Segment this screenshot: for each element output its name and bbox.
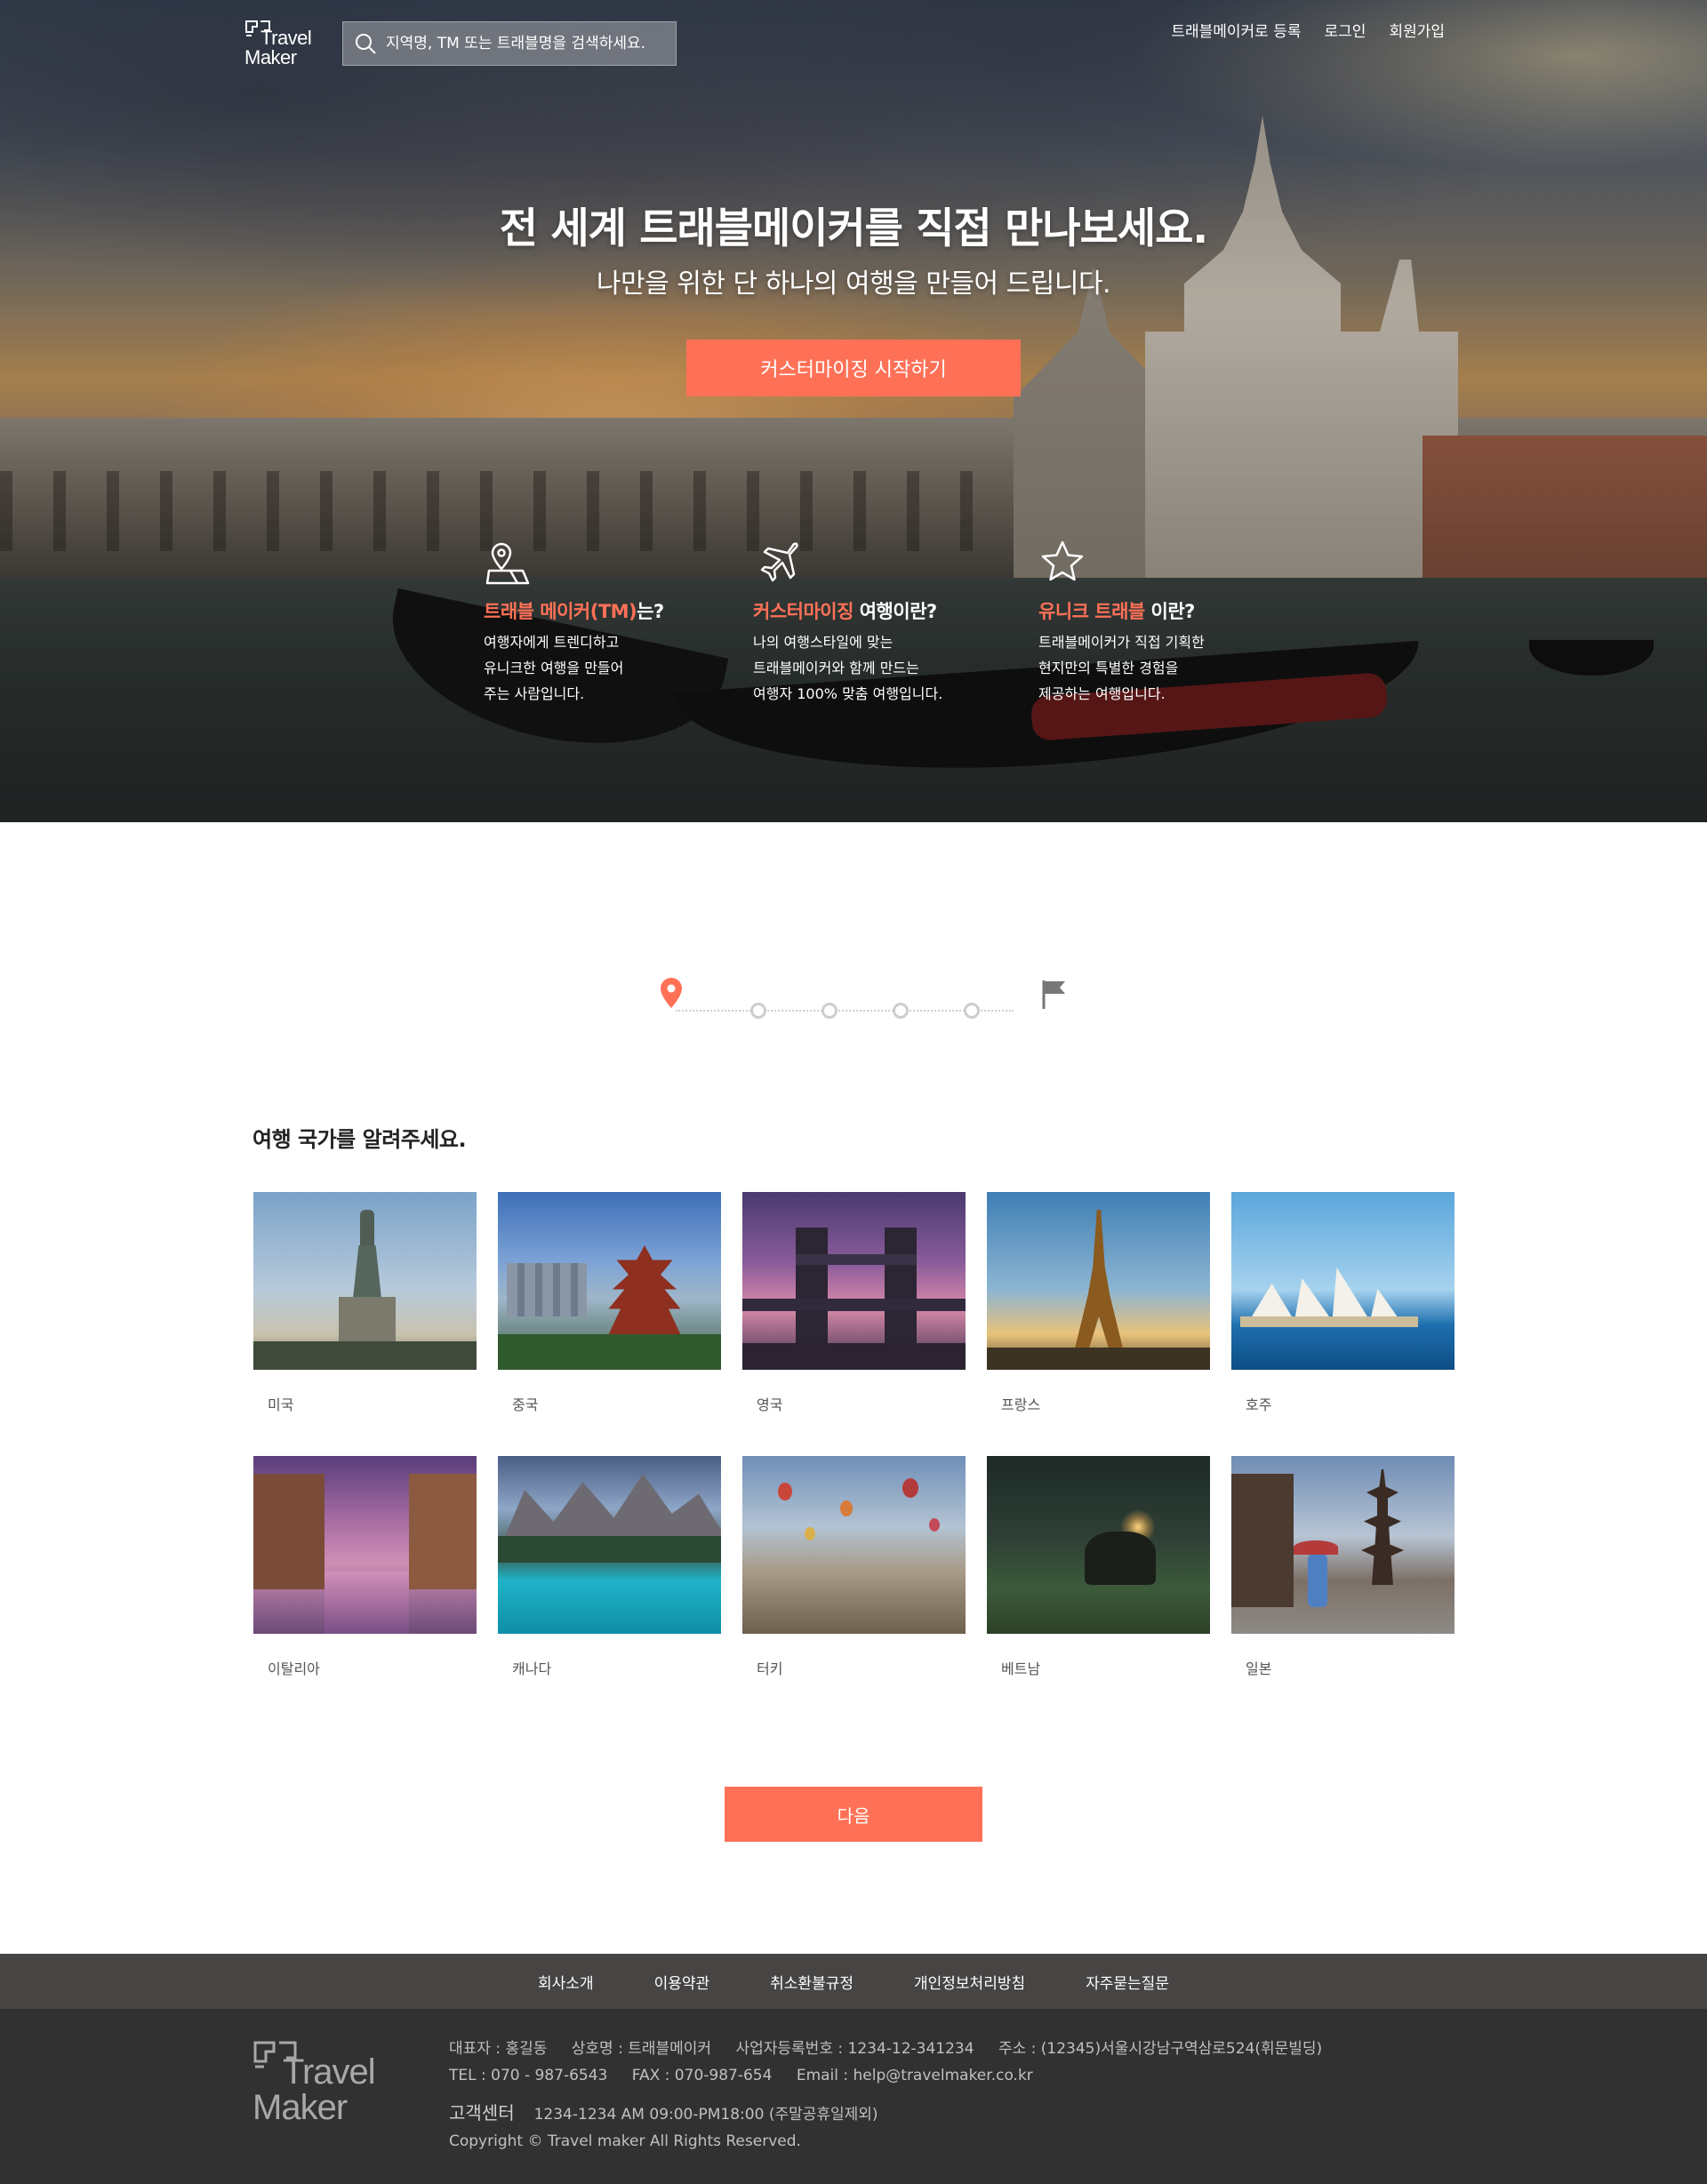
feature-title: 커스터마이징 여행이란? bbox=[753, 601, 937, 622]
country-thumbnail-australia bbox=[1231, 1192, 1455, 1370]
stepper-step bbox=[821, 1003, 837, 1019]
country-card-usa[interactable]: 미국 bbox=[253, 1192, 477, 1414]
next-button[interactable]: 다음 bbox=[725, 1787, 982, 1842]
site-logo[interactable]: Travel Maker bbox=[244, 20, 326, 68]
map-pin-icon bbox=[485, 542, 530, 585]
register-maker-link[interactable]: 트래블메이커로 등록 bbox=[1171, 21, 1301, 43]
logo-text-travel: Travel bbox=[260, 27, 312, 49]
country-name: 중국 bbox=[512, 1396, 539, 1413]
feature-title: 유니크 트래블 이란? bbox=[1038, 601, 1195, 622]
country-card-china[interactable]: 중국 bbox=[498, 1192, 721, 1414]
feature-description: 여행자에게 트렌디하고 유니크한 여행을 만들어 주는 사람입니다. bbox=[484, 634, 624, 702]
business-number-text: 사업자등록번호 : 1234-12-341234 bbox=[735, 2040, 974, 2058]
customer-center-label: 고객센터 bbox=[449, 2102, 515, 2124]
footer: Travel Maker 대표자 : 홍길동 상호명 : 트래블메이커 사업자등… bbox=[0, 2009, 1707, 2184]
email-text: Email : help@travelmaker.co.kr bbox=[796, 2067, 1033, 2084]
feature-travel-maker: 트래블 메이커(TM)는? 여행자에게 트렌디하고 유니크한 여행을 만들어 주… bbox=[484, 539, 715, 707]
tel-text: TEL : 070 - 987-6543 bbox=[449, 2067, 608, 2084]
search-bar bbox=[342, 21, 677, 66]
country-name: 호주 bbox=[1246, 1396, 1272, 1413]
footer-link-privacy[interactable]: 개인정보처리방침 bbox=[914, 1971, 1025, 1993]
country-name: 일본 bbox=[1246, 1660, 1272, 1677]
footer-logo-text-travel: Travel bbox=[283, 2052, 376, 2092]
airplane-icon bbox=[760, 542, 798, 582]
country-name: 이탈리아 bbox=[268, 1660, 320, 1677]
country-thumbnail-italy bbox=[253, 1456, 477, 1634]
feature-description: 트래블메이커가 직접 기획한 현지만의 특별한 경험을 제공하는 여행입니다. bbox=[1038, 634, 1205, 702]
country-name: 베트남 bbox=[1001, 1660, 1041, 1677]
country-thumbnail-uk bbox=[742, 1192, 966, 1370]
hero-title: 전 세계 트래블메이커를 직접 만나보세요. bbox=[499, 204, 1208, 253]
footer-link-faq[interactable]: 자주묻는질문 bbox=[1086, 1971, 1169, 1993]
country-thumbnail-vietnam bbox=[987, 1456, 1210, 1634]
company-name-text: 상호명 : 트래블메이커 bbox=[571, 2040, 712, 2058]
country-card-japan[interactable]: 일본 bbox=[1231, 1456, 1455, 1678]
stepper-step bbox=[964, 1003, 980, 1019]
country-thumbnail-canada bbox=[498, 1456, 721, 1634]
fax-text: FAX : 070-987-654 bbox=[631, 2067, 773, 2084]
country-card-turkey[interactable]: 터키 bbox=[742, 1456, 966, 1678]
country-thumbnail-china bbox=[498, 1192, 721, 1370]
customer-center-row: 고객센터 1234-1234 AM 09:00-PM18:00 (주말공휴일제외) bbox=[449, 2100, 1342, 2128]
top-nav: 트래블메이커로 등록 로그인 회원가입 bbox=[1148, 21, 1445, 43]
ceo-text: 대표자 : 홍길동 bbox=[449, 2040, 548, 2058]
country-name: 캐나다 bbox=[512, 1660, 552, 1677]
country-name: 영국 bbox=[757, 1396, 783, 1413]
feature-unique-travel: 유니크 트래블 이란? 트래블메이커가 직접 기획한 현지만의 특별한 경험을 … bbox=[1038, 539, 1270, 707]
company-info-row: 대표자 : 홍길동 상호명 : 트래블메이커 사업자등록번호 : 1234-12… bbox=[449, 2036, 1342, 2062]
hero-subtitle: 나만을 위한 단 하나의 여행을 만들어 드립니다. bbox=[596, 268, 1111, 300]
footer-nav: 회사소개 이용약관 취소환불규정 개인정보처리방침 자주묻는질문 bbox=[0, 1954, 1707, 2009]
logo-text-maker: Maker bbox=[244, 46, 297, 68]
stepper-line bbox=[676, 1010, 1014, 1012]
stepper-step bbox=[893, 1003, 909, 1019]
progress-stepper bbox=[658, 976, 1067, 1020]
address-text: 주소 : (12345)서울시강남구역삼로524(휘문빌딩) bbox=[998, 2040, 1323, 2058]
customer-center-info: 1234-1234 AM 09:00-PM18:00 (주말공휴일제외) bbox=[533, 2106, 878, 2124]
footer-link-about[interactable]: 회사소개 bbox=[538, 1971, 594, 1993]
feature-customizing: 커스터마이징 여행이란? 나의 여행스타일에 맞는 트래블메이커와 함께 만드는… bbox=[753, 539, 984, 707]
footer-logo-text-maker: Maker bbox=[252, 2088, 348, 2127]
company-info: 대표자 : 홍길동 상호명 : 트래블메이커 사업자등록번호 : 1234-12… bbox=[449, 2036, 1342, 2155]
country-thumbnail-france bbox=[987, 1192, 1210, 1370]
country-card-italy[interactable]: 이탈리아 bbox=[253, 1456, 477, 1678]
country-thumbnail-japan bbox=[1231, 1456, 1455, 1634]
country-card-france[interactable]: 프랑스 bbox=[987, 1192, 1210, 1414]
search-icon[interactable] bbox=[354, 32, 377, 55]
country-card-uk[interactable]: 영국 bbox=[742, 1192, 966, 1414]
country-name: 미국 bbox=[268, 1396, 294, 1413]
copyright-text: Copyright © Travel maker All Rights Rese… bbox=[449, 2132, 801, 2150]
hero-section: Travel Maker 트래블메이커로 등록 로그인 회원가입 전 세계 트래… bbox=[0, 0, 1707, 822]
start-customizing-button[interactable]: 커스터마이징 시작하기 bbox=[686, 340, 1021, 396]
section-title: 여행 국가를 알려주세요. bbox=[252, 1127, 467, 1152]
signup-link[interactable]: 회원가입 bbox=[1389, 21, 1445, 43]
country-name: 프랑스 bbox=[1001, 1396, 1041, 1413]
star-icon bbox=[1041, 540, 1084, 581]
country-name: 터키 bbox=[757, 1660, 783, 1677]
copyright-row: Copyright © Travel maker All Rights Rese… bbox=[449, 2128, 1342, 2155]
feature-description: 나의 여행스타일에 맞는 트래블메이커와 함께 만드는 여행자 100% 맞춤 … bbox=[753, 634, 943, 702]
search-input[interactable] bbox=[377, 22, 676, 65]
login-link[interactable]: 로그인 bbox=[1325, 21, 1366, 43]
country-thumbnail-usa bbox=[253, 1192, 477, 1370]
country-card-australia[interactable]: 호주 bbox=[1231, 1192, 1455, 1414]
finish-flag-icon bbox=[1042, 980, 1065, 1009]
country-card-vietnam[interactable]: 베트남 bbox=[987, 1456, 1210, 1678]
feature-title: 트래블 메이커(TM)는? bbox=[484, 601, 664, 622]
country-thumbnail-turkey bbox=[742, 1456, 966, 1634]
contact-row: TEL : 070 - 987-6543 FAX : 070-987-654 E… bbox=[449, 2062, 1342, 2089]
location-pin-icon bbox=[661, 978, 682, 1008]
footer-link-terms[interactable]: 이용약관 bbox=[654, 1971, 710, 1993]
footer-logo: Travel Maker bbox=[252, 2040, 395, 2132]
country-card-canada[interactable]: 캐나다 bbox=[498, 1456, 721, 1678]
footer-link-refund-policy[interactable]: 취소환불규정 bbox=[770, 1971, 854, 1993]
stepper-step bbox=[750, 1003, 766, 1019]
